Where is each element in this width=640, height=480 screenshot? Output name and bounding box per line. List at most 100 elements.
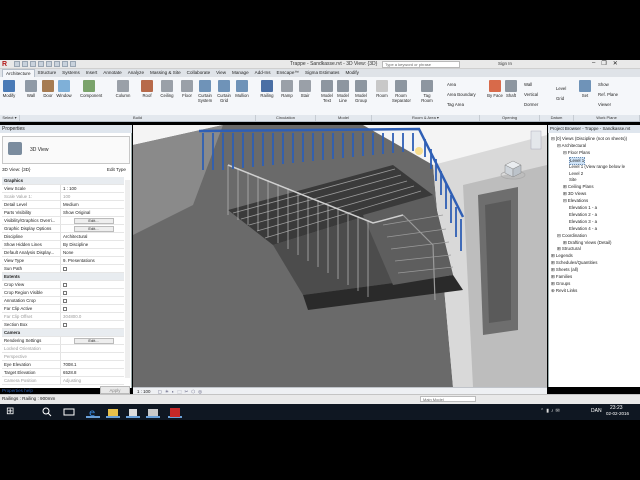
viewcube-icon[interactable] xyxy=(500,157,526,183)
tag-area-button[interactable]: Tag Area xyxy=(447,102,464,107)
property-row[interactable]: Scale Value 1: 100 xyxy=(2,193,124,201)
mullion-button[interactable]: Mullion xyxy=(233,80,251,99)
property-checkbox[interactable] xyxy=(63,283,67,287)
property-value[interactable]: Medium xyxy=(60,201,124,208)
property-row[interactable]: Section Box xyxy=(2,321,124,329)
property-value[interactable] xyxy=(60,321,124,328)
property-row[interactable]: Show Hidden Lines By Discipline xyxy=(2,241,124,249)
text-icon[interactable] xyxy=(62,61,68,67)
browser-tree-node[interactable]: ⊟ Elevations xyxy=(563,198,588,204)
browser-tree-node[interactable]: ⊛ Revit Links xyxy=(551,288,577,294)
3d-view-icon[interactable] xyxy=(70,61,76,67)
property-row[interactable]: Locked Orientation xyxy=(2,345,124,353)
redo-icon[interactable] xyxy=(38,61,44,67)
task-view-icon[interactable] xyxy=(62,406,76,418)
property-value[interactable]: Show Original xyxy=(60,209,124,216)
browser-tree-node[interactable]: ⊞ Sheets (all) xyxy=(551,267,578,273)
property-value[interactable] xyxy=(60,305,124,312)
ramp-button[interactable]: Ramp xyxy=(278,80,296,99)
property-value[interactable]: 7008.1 xyxy=(60,361,124,368)
property-value[interactable] xyxy=(60,289,124,296)
save-icon[interactable] xyxy=(22,61,28,67)
property-row[interactable]: Rendering Settings Edit... xyxy=(2,337,124,345)
property-row[interactable]: Camera Position Adjusting xyxy=(2,377,124,385)
browser-tree-node[interactable]: ⊞ Ceiling Plans xyxy=(563,184,594,190)
close-button[interactable]: ✕ xyxy=(613,60,618,67)
property-checkbox[interactable] xyxy=(63,291,67,295)
browser-tree-node[interactable]: ⊟ Coordination xyxy=(557,233,587,239)
instance-selector[interactable]: 3D View: {3D} Edit Type xyxy=(2,166,130,174)
measure-icon[interactable] xyxy=(54,61,60,67)
stair-button[interactable]: Stair xyxy=(296,80,314,99)
browser-tree-node[interactable]: ⊞ 3D Views xyxy=(563,191,586,197)
panel-select-[interactable]: Select ▾ xyxy=(0,115,20,121)
browser-tree-node[interactable]: Site xyxy=(569,177,577,183)
grid-button[interactable]: Grid xyxy=(556,96,564,101)
property-group-header[interactable]: Extents xyxy=(2,273,124,281)
browser-tree-node[interactable]: Elevation 4 - a xyxy=(569,226,597,232)
browser-tree-node[interactable]: ⊞ Drafting Views (Detail) xyxy=(563,240,612,246)
ribbon-tab-modify[interactable]: Modify xyxy=(342,69,362,77)
property-row[interactable]: Crop View xyxy=(2,281,124,289)
wall-button[interactable]: Wall xyxy=(524,82,532,87)
column-button[interactable]: Column xyxy=(114,80,132,99)
property-value[interactable] xyxy=(60,265,124,272)
revit-logo-icon[interactable]: R xyxy=(2,60,12,69)
browser-tree-node[interactable]: ⊞ Legends xyxy=(551,253,573,259)
edit-button[interactable]: Edit... xyxy=(73,338,114,344)
browser-tree-node[interactable]: ⊟ [0] Views (Discipline (not on sheets)) xyxy=(551,136,627,142)
set-button[interactable]: Set xyxy=(576,80,594,99)
property-row[interactable]: Far Clip Active xyxy=(2,305,124,313)
browser-tree-node[interactable]: Level 1 (View range below le xyxy=(569,164,625,170)
panel-opening[interactable]: Opening xyxy=(480,115,540,121)
ribbon-tab-massing-site[interactable]: Massing & Site xyxy=(147,69,184,77)
property-group-header[interactable]: Graphics xyxy=(2,177,124,185)
tag-room-button[interactable]: Tag Room xyxy=(418,80,436,103)
browser-tree-node[interactable]: ⊞ Schedules/Quantities xyxy=(551,260,597,266)
property-row[interactable]: Target Elevation 6528.8 xyxy=(2,369,124,377)
property-row[interactable]: Annotation Crop xyxy=(2,297,124,305)
property-value[interactable]: 6528.8 xyxy=(60,369,124,376)
railing-button[interactable]: Railing xyxy=(258,80,276,99)
dormer-button[interactable]: Dormer xyxy=(524,102,538,107)
level-button[interactable]: Level xyxy=(556,86,566,91)
panel-room-area-[interactable]: Room & Area ▾ xyxy=(372,115,480,121)
ribbon-tab-annotate[interactable]: Annotate xyxy=(100,69,124,77)
property-row[interactable]: Sun Path xyxy=(2,265,124,273)
property-row[interactable]: Crop Region Visible xyxy=(2,289,124,297)
apply-button[interactable]: Apply xyxy=(100,386,130,394)
panel-datum[interactable]: Datum xyxy=(540,115,574,121)
start-button-icon[interactable]: ⊞ xyxy=(6,407,14,417)
property-value[interactable]: Edit... xyxy=(60,217,124,224)
property-row[interactable]: Eye Elevation 7008.1 xyxy=(2,361,124,369)
property-value[interactable]: 9. Presentations xyxy=(60,257,124,264)
browser-tree-node[interactable]: Elevation 1 - a xyxy=(569,205,597,211)
property-row[interactable]: Parts Visibility Show Original xyxy=(2,209,124,217)
property-row[interactable]: View Scale 1 : 100 xyxy=(2,185,124,193)
file-explorer-icon[interactable] xyxy=(106,406,120,418)
property-value[interactable]: Edit... xyxy=(60,337,124,344)
browser-tree-node[interactable]: Elevation 3 - a xyxy=(569,219,597,225)
property-group-header[interactable]: Camera xyxy=(2,329,124,337)
edit-type-button[interactable]: Edit Type xyxy=(107,166,126,174)
property-value[interactable]: 1 : 100 xyxy=(60,185,124,192)
search-taskbar-icon[interactable] xyxy=(40,406,54,418)
app-icon[interactable] xyxy=(146,406,160,418)
window-button[interactable]: Window xyxy=(55,80,73,99)
modify-button[interactable]: Modify xyxy=(0,80,18,99)
clock-date[interactable]: 02-02-2016 xyxy=(606,411,629,416)
ribbon-tab-structure[interactable]: Structure xyxy=(35,69,60,77)
vertical-button[interactable]: Vertical xyxy=(524,92,538,97)
ribbon-tab-architecture[interactable]: Architecture xyxy=(2,69,35,77)
property-row[interactable]: View Type 9. Presentations xyxy=(2,257,124,265)
property-row[interactable]: Detail Level Medium xyxy=(2,201,124,209)
property-row[interactable]: Visibility/Graphics Overri... Edit... xyxy=(2,217,124,225)
browser-tree-node[interactable]: ⊞ Structural xyxy=(557,246,581,252)
print-icon[interactable] xyxy=(46,61,52,67)
property-checkbox[interactable] xyxy=(63,299,67,303)
property-row[interactable]: Default Analysis Display... None xyxy=(2,249,124,257)
search-input[interactable]: Type a keyword or phrase xyxy=(382,61,460,68)
ribbon-tab-manage[interactable]: Manage xyxy=(229,69,252,77)
properties-scrollbar[interactable] xyxy=(125,180,130,378)
shaft-button[interactable]: Shaft xyxy=(502,80,520,99)
